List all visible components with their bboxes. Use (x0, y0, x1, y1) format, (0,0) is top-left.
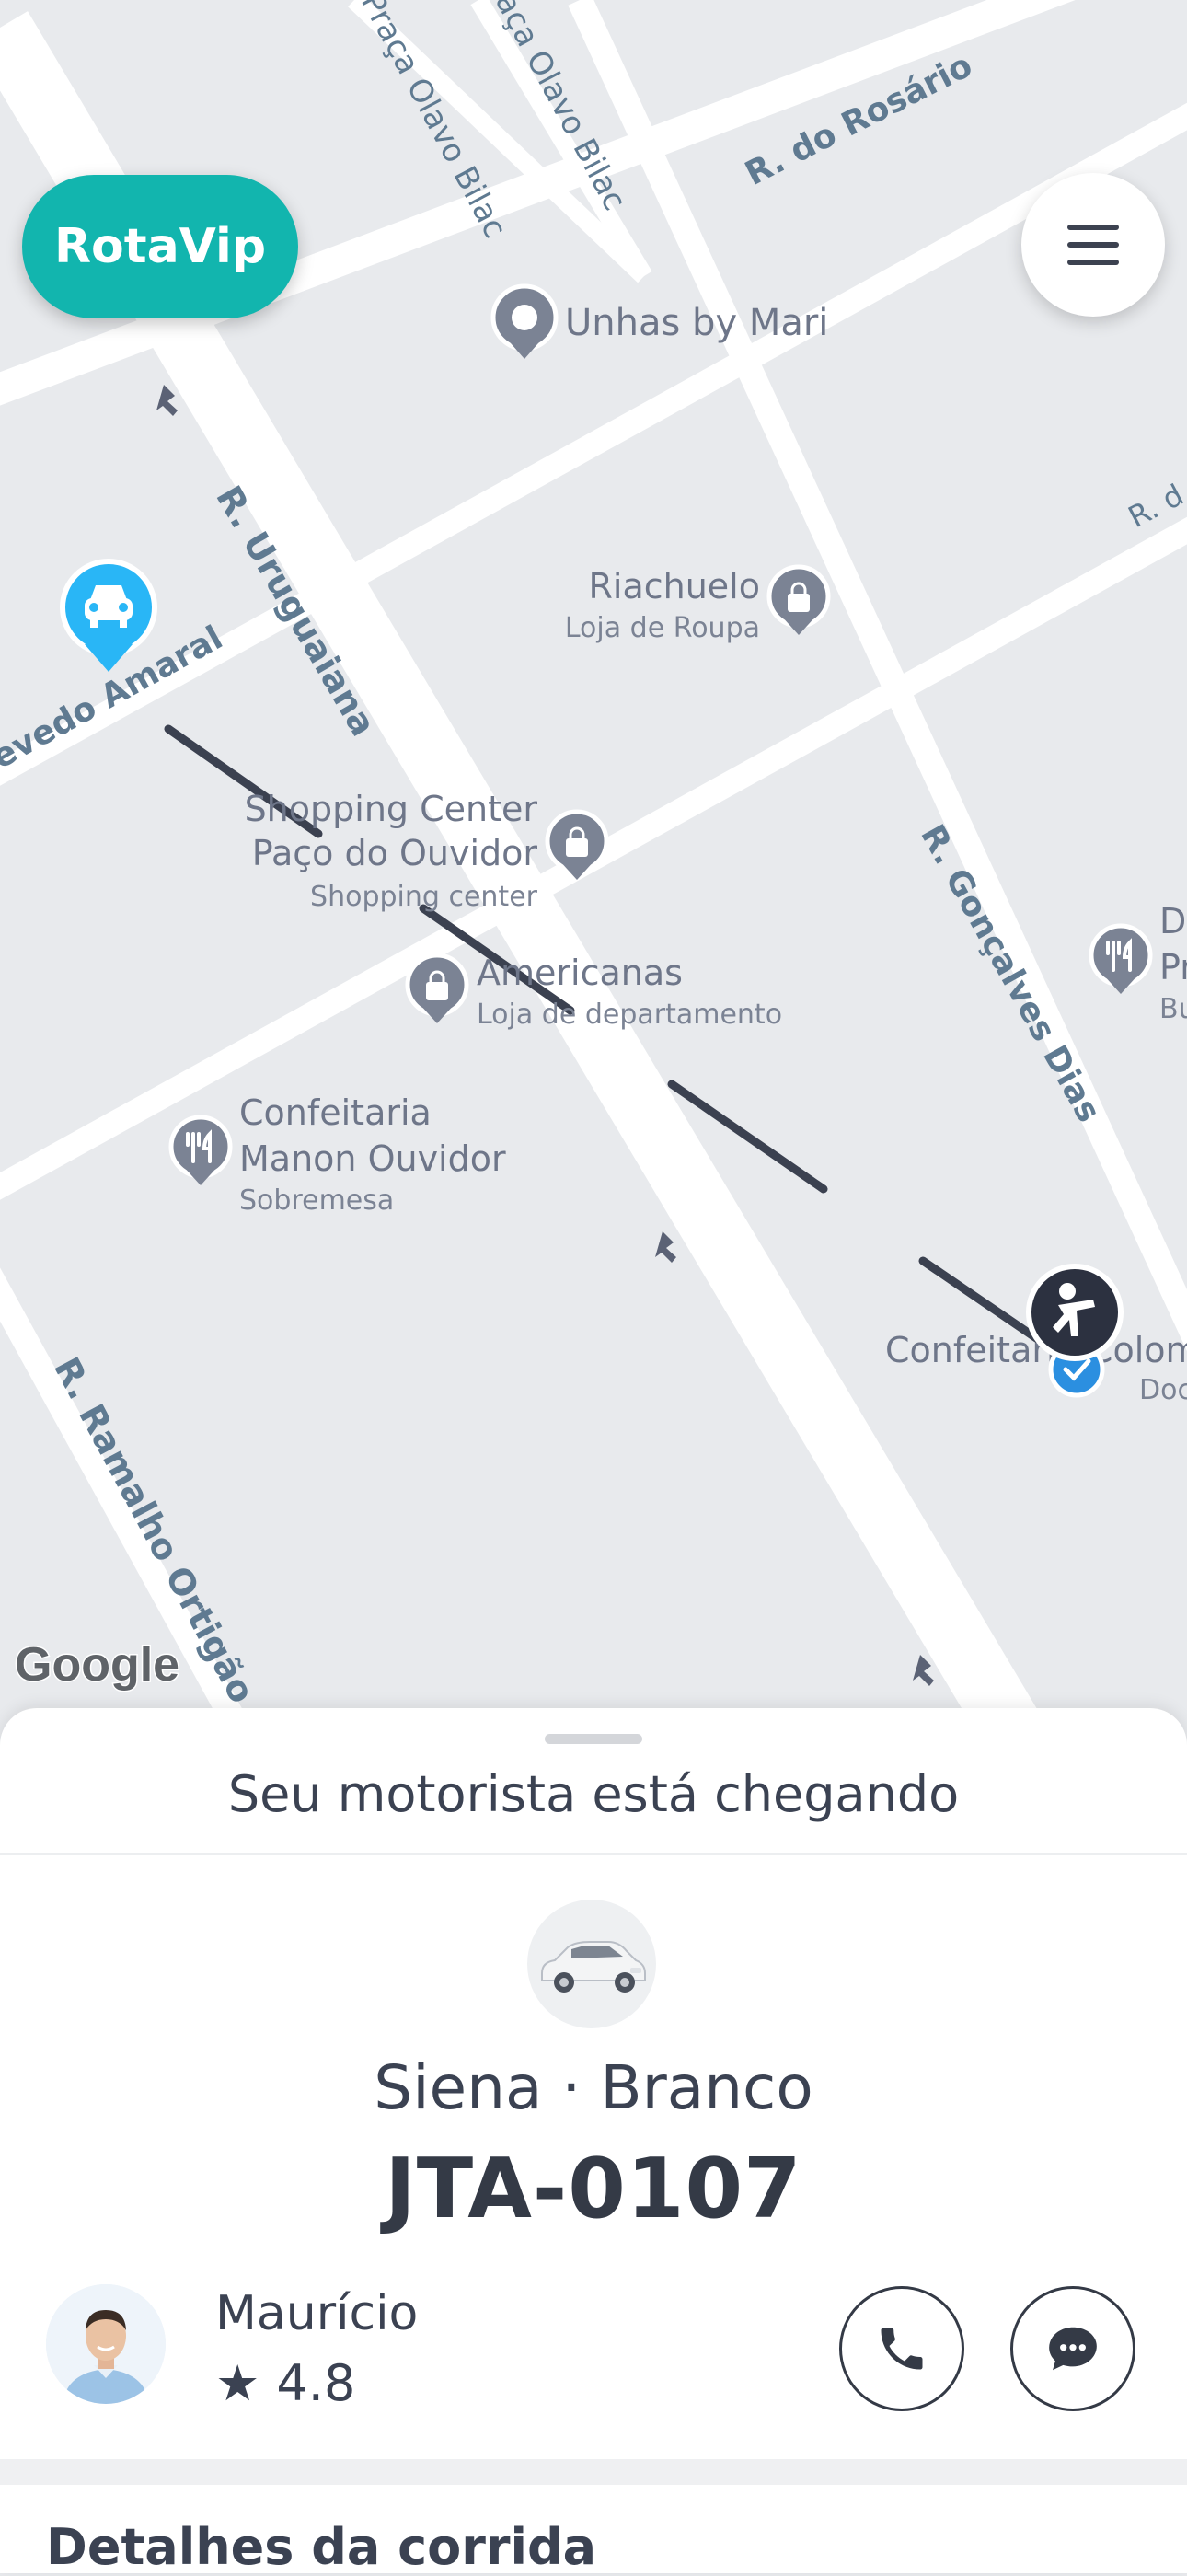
poi-category: Doc (1139, 1374, 1187, 1406)
ride-bottom-sheet[interactable]: Seu motorista está chegando Siena · Bran… (0, 1708, 1187, 2576)
call-driver-button[interactable] (839, 2286, 964, 2411)
poi-name: Shopping Center (245, 789, 538, 829)
google-attribution: Google (15, 1638, 179, 1692)
phone-icon (881, 2328, 923, 2370)
poi-category: Shopping center (310, 881, 538, 913)
driver-rating: ★ 4.8 (215, 2354, 355, 2412)
poi-category: Loja de Roupa (565, 612, 760, 644)
driver-name: Maurício (215, 2286, 419, 2341)
divider (0, 1853, 1187, 1855)
rating-value: 4.8 (276, 2354, 356, 2412)
brand-label: RotaVip (53, 219, 267, 274)
poi-category: Loja de departamento (477, 999, 782, 1031)
star-icon: ★ (215, 2353, 260, 2412)
poi-name: D (1159, 901, 1186, 941)
poi-name: Pr (1159, 947, 1187, 988)
sheet-grabber[interactable] (545, 1734, 642, 1744)
driver-avatar[interactable] (46, 2284, 166, 2404)
poi-name: Americanas (477, 953, 683, 993)
vehicle-plate: JTA-0107 (385, 2141, 802, 2237)
poi-name: Confeitaria (239, 1092, 432, 1133)
poi-name: Manon Ouvidor (239, 1138, 506, 1179)
chat-driver-button[interactable] (1010, 2286, 1135, 2411)
poi-name: Paço do Ouvidor (252, 833, 538, 873)
car-icon (541, 1941, 646, 1993)
brand-button[interactable]: RotaVip (22, 175, 298, 318)
poi-category: Sobremesa (239, 1184, 394, 1217)
car-thumbnail (527, 1900, 656, 2028)
menu-button[interactable] (1021, 173, 1165, 317)
poi-name: Riachuelo (589, 566, 761, 606)
hamburger-icon (1067, 225, 1119, 265)
poi-name: Unhas by Mari (565, 302, 828, 344)
section-separator (0, 2459, 1187, 2485)
ride-status-title: Seu motorista está chegando (227, 1765, 960, 1823)
ride-details-heading[interactable]: Detalhes da corrida (46, 2518, 596, 2576)
vehicle-model-color: Siena · Branco (374, 2052, 813, 2123)
chat-icon (1049, 2327, 1097, 2371)
poi-category: Bu (1159, 993, 1187, 1025)
